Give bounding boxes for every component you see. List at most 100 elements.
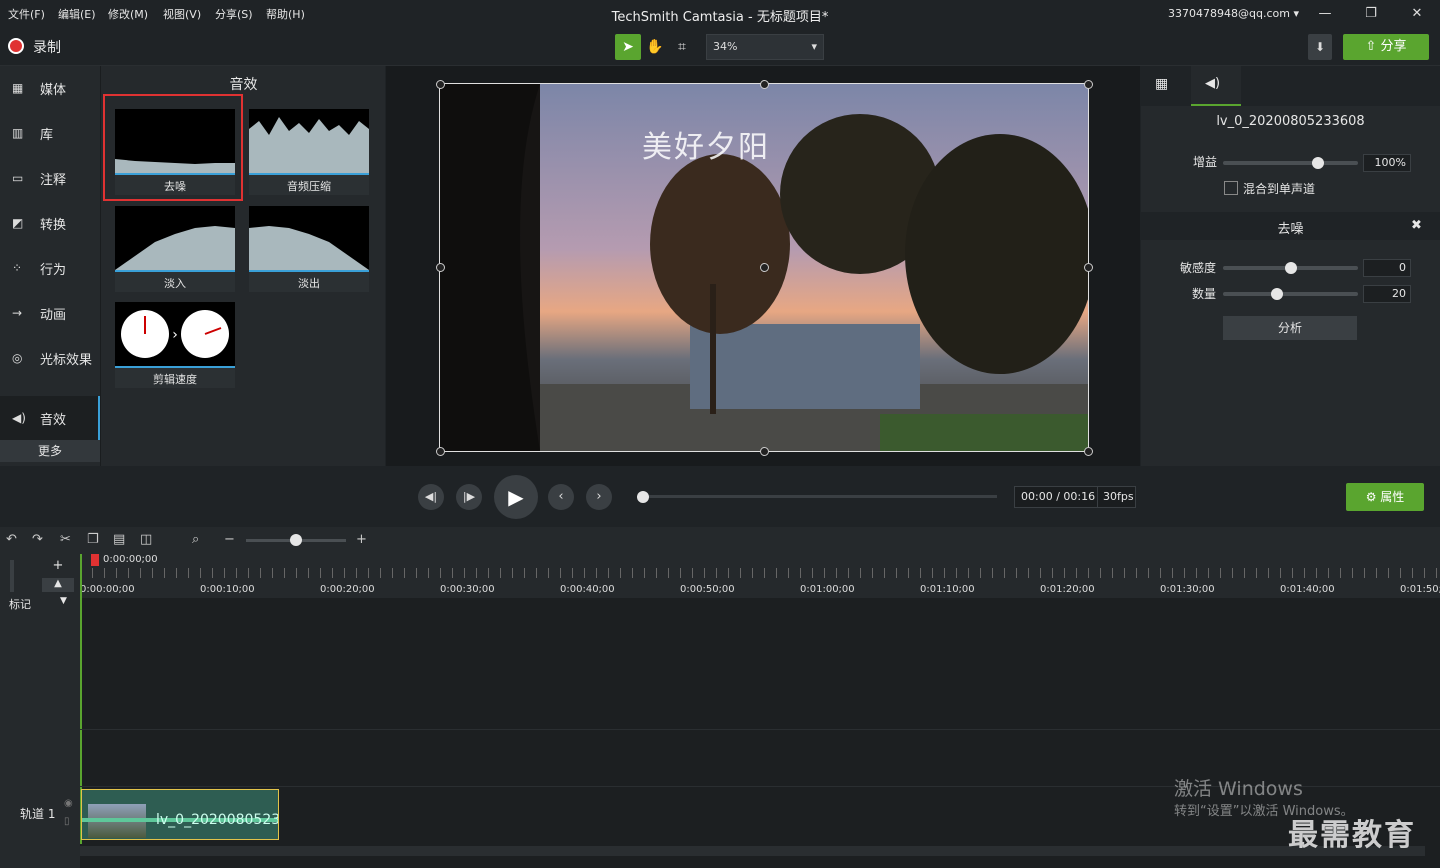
- select-tool-icon[interactable]: ➤: [615, 34, 641, 60]
- sidebar-item-label: 光标效果: [40, 353, 93, 368]
- undo-icon[interactable]: ↶: [6, 532, 17, 547]
- resize-handle[interactable]: [436, 80, 445, 89]
- amount-slider[interactable]: [1223, 292, 1358, 296]
- sidebar-item-label: 媒体: [40, 83, 67, 98]
- collapse-icon[interactable]: ▲: [42, 578, 74, 592]
- horizontal-scrollbar[interactable]: [80, 846, 1425, 856]
- sidebar-item-cursor-effects[interactable]: ◎ 光标效果: [0, 336, 100, 380]
- effect-fade-in[interactable]: 淡入: [115, 206, 235, 292]
- audio-effects-panel: 音效 去噪 音频压缩 淡入 淡出 › 剪辑速度: [100, 66, 385, 466]
- zoom-out-icon[interactable]: −: [224, 532, 235, 547]
- resize-handle[interactable]: [760, 447, 769, 456]
- amount-input[interactable]: 20: [1363, 285, 1411, 303]
- analyze-button[interactable]: 分析: [1223, 316, 1357, 340]
- close-icon[interactable]: ✕: [1402, 4, 1432, 24]
- next-icon[interactable]: ›: [586, 484, 612, 510]
- resize-handle[interactable]: [1084, 80, 1093, 89]
- sidebar-item-label: 动画: [40, 308, 67, 323]
- tick-label: 0:01:20;00: [1040, 584, 1095, 595]
- gain-slider-knob[interactable]: [1311, 157, 1324, 169]
- annotation-icon: ▭: [12, 171, 24, 185]
- lock-icon[interactable]: ▯: [64, 816, 70, 827]
- account-menu[interactable]: 3370478948@qq.com ▾: [1168, 7, 1299, 20]
- film-icon: ▦: [12, 81, 24, 95]
- restore-icon[interactable]: ❐: [1356, 4, 1386, 24]
- playhead-marker[interactable]: [91, 554, 99, 566]
- sidebar-item-media[interactable]: ▦ 媒体: [0, 66, 100, 110]
- tick-label: 0:01:10;00: [920, 584, 975, 595]
- record-icon[interactable]: [8, 38, 24, 54]
- eye-icon[interactable]: ◉: [64, 798, 73, 809]
- share-button[interactable]: ⇧ 分享: [1343, 34, 1429, 60]
- sidebar-item-audio-effects[interactable]: ◀) 音效: [0, 396, 100, 440]
- sidebar-item-label: 行为: [40, 263, 67, 278]
- mix-mono-checkbox[interactable]: [1224, 181, 1238, 195]
- main-toolbar: 录制 ➤ ✋ ⌗ 34% ▾ ⬇ ⇧ 分享: [0, 28, 1440, 66]
- zoom-in-icon[interactable]: +: [356, 532, 367, 547]
- resize-handle[interactable]: [436, 447, 445, 456]
- minimize-icon[interactable]: —: [1310, 4, 1340, 24]
- redo-icon[interactable]: ↷: [32, 532, 43, 547]
- tick-label: 0:01:30;00: [1160, 584, 1215, 595]
- previous-icon[interactable]: ‹: [548, 484, 574, 510]
- zoom-select[interactable]: 34% ▾: [706, 34, 824, 60]
- effect-fade-out[interactable]: 淡出: [249, 206, 369, 292]
- sensitivity-input[interactable]: 0: [1363, 259, 1411, 277]
- gain-input[interactable]: 100%: [1363, 154, 1411, 172]
- animation-icon: →: [12, 306, 23, 320]
- split-icon[interactable]: ◫: [140, 532, 152, 547]
- effect-audio-compression[interactable]: 音频压缩: [249, 109, 369, 195]
- properties-button[interactable]: ⚙ 属性: [1346, 483, 1424, 511]
- track-height-slider[interactable]: [10, 560, 14, 592]
- sidebar-item-annotations[interactable]: ▭ 注释: [0, 156, 100, 200]
- scrub-bar[interactable]: [642, 495, 997, 498]
- resize-handle[interactable]: [436, 263, 445, 272]
- waveform-thumbnail: [249, 109, 369, 173]
- pan-tool-icon[interactable]: ✋: [642, 34, 668, 60]
- sidebar-item-label: 转换: [40, 218, 67, 233]
- more-button[interactable]: 更多: [0, 440, 100, 462]
- tick-label: 0:00:00;00: [80, 584, 135, 595]
- center-handle[interactable]: [760, 263, 769, 272]
- timeline: + ▲ 标记 ▼ 轨道 1 ◉ ▯ 0:00:00;00 0:00:10;00 …: [0, 554, 1440, 868]
- speaker-icon: ◀): [1205, 76, 1221, 91]
- zoom-icon[interactable]: ⌕: [192, 532, 199, 547]
- cut-icon[interactable]: ✂: [60, 532, 71, 547]
- effect-clip-speed[interactable]: › 剪辑速度: [115, 302, 235, 388]
- sidebar-item-animations[interactable]: → 动画: [0, 291, 100, 335]
- resize-handle[interactable]: [760, 80, 769, 89]
- video-tab-icon[interactable]: ▦: [1155, 76, 1168, 92]
- behavior-icon: ⁘: [12, 261, 23, 275]
- download-icon[interactable]: ⬇: [1308, 34, 1332, 60]
- time-value: 00:00 / 00:16: [1021, 490, 1096, 503]
- effect-label: 淡入: [164, 277, 186, 290]
- resize-handle[interactable]: [1084, 263, 1093, 272]
- timeline-toolbar: ↶ ↷ ✂ ❐ ▤ ◫ ⌕ − +: [0, 527, 1440, 554]
- add-track-icon[interactable]: +: [42, 558, 74, 574]
- track-header: + ▲ 标记 ▼ 轨道 1 ◉ ▯: [0, 554, 80, 868]
- play-icon[interactable]: ▶: [494, 475, 538, 519]
- media-clip[interactable]: lv_0_20200805233608: [81, 789, 279, 840]
- resize-handle[interactable]: [1084, 447, 1093, 456]
- sensitivity-slider-knob[interactable]: [1284, 262, 1297, 274]
- scrub-knob[interactable]: [637, 491, 649, 503]
- waveform-thumbnail: [115, 206, 235, 270]
- timeline-zoom-knob[interactable]: [290, 534, 302, 546]
- tick-label: 0:01:00;00: [800, 584, 855, 595]
- step-back-icon[interactable]: ◀|: [418, 484, 444, 510]
- record-button[interactable]: 录制: [33, 37, 61, 57]
- copy-icon[interactable]: ❐: [87, 532, 99, 547]
- step-forward-icon[interactable]: |▶: [456, 484, 482, 510]
- paste-icon[interactable]: ▤: [113, 532, 125, 547]
- track-label: 轨道 1: [20, 807, 56, 821]
- sidebar-item-transitions[interactable]: ◩ 转换: [0, 201, 100, 245]
- time-ruler[interactable]: 0:00:00;00 0:00:10;00 0:00:20;00 0:00:30…: [80, 554, 1440, 598]
- crop-tool-icon[interactable]: ⌗: [669, 34, 695, 60]
- library-icon: ▥: [12, 126, 24, 140]
- gain-slider[interactable]: [1223, 161, 1358, 165]
- sidebar-item-library[interactable]: ▥ 库: [0, 111, 100, 155]
- chevron-down-icon[interactable]: ▼: [60, 596, 67, 606]
- amount-slider-knob[interactable]: [1271, 288, 1283, 300]
- sidebar-item-behaviors[interactable]: ⁘ 行为: [0, 246, 100, 290]
- close-icon[interactable]: ✖: [1411, 218, 1422, 233]
